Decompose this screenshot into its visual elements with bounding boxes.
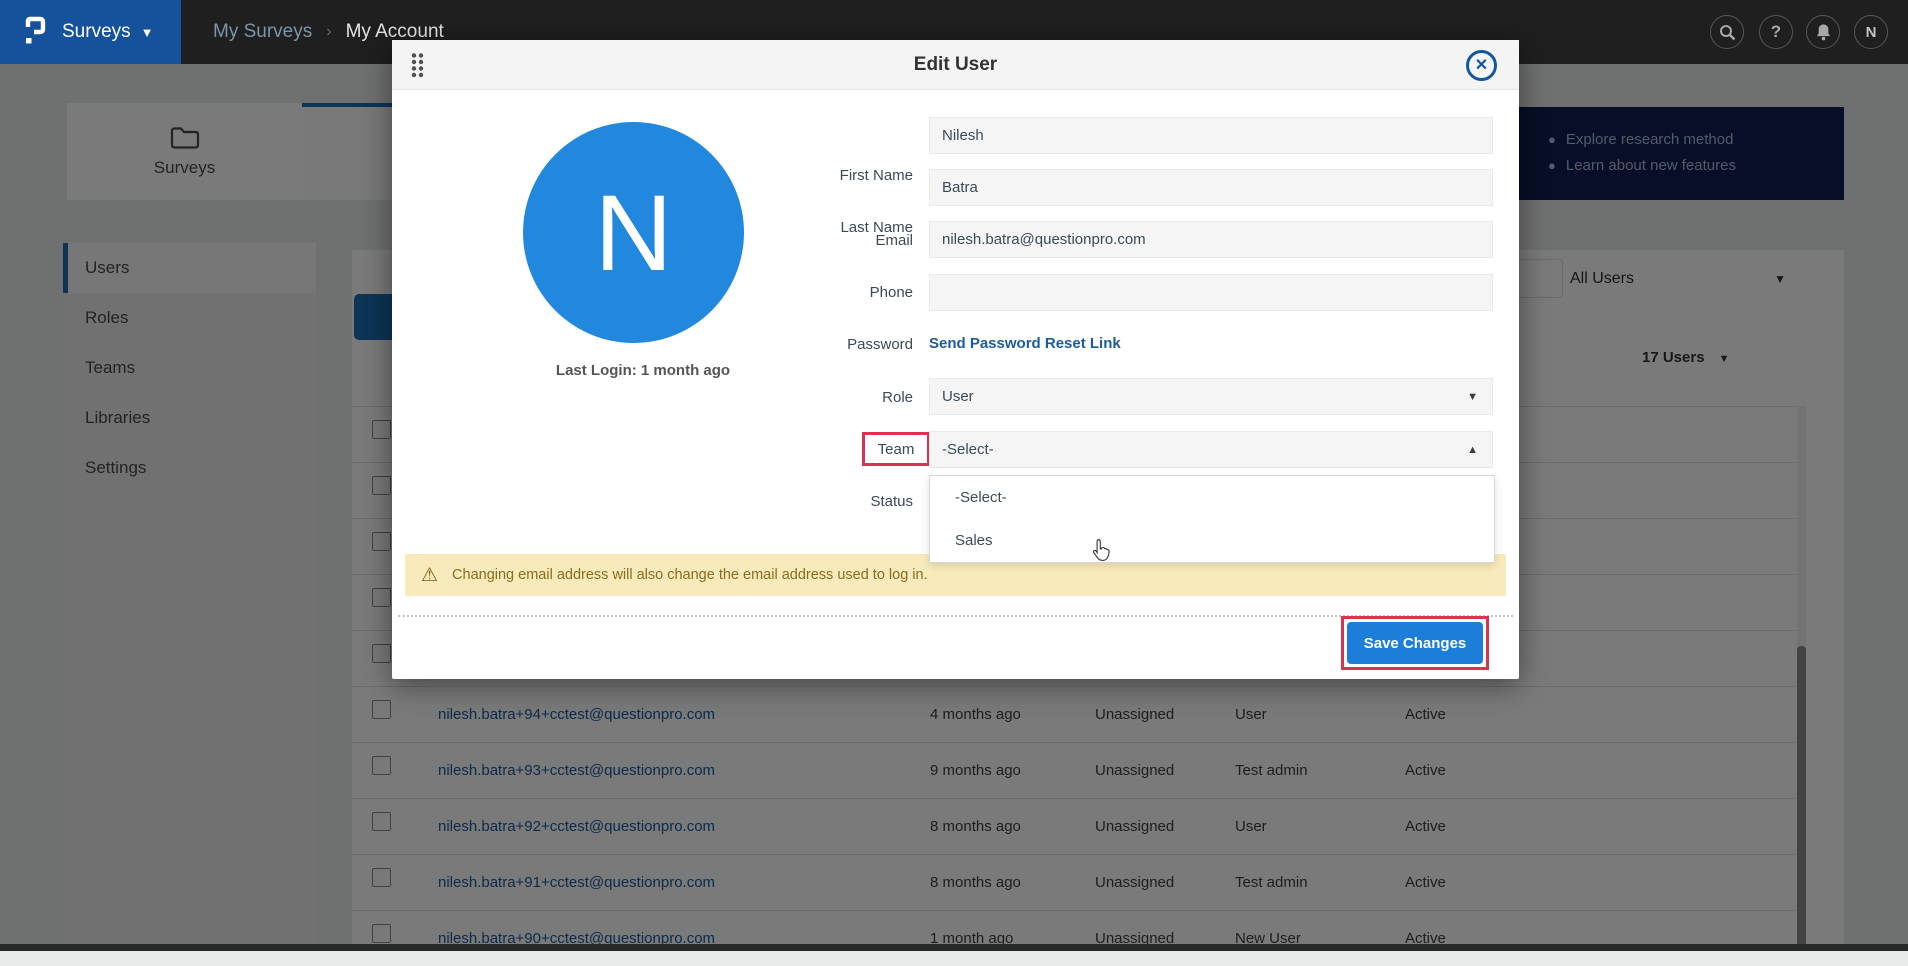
questionpro-logo-icon <box>22 14 48 51</box>
team-select[interactable]: -Select- ▲ <box>929 431 1493 468</box>
edit-user-modal: Edit User ✕ N Last Login: 1 month ago Fi… <box>392 40 1519 679</box>
breadcrumb-my-surveys[interactable]: My Surveys <box>213 21 312 43</box>
search-icon[interactable] <box>1710 15 1744 49</box>
team-dropdown-menu: -Select- Sales <box>929 475 1495 563</box>
phone-field[interactable] <box>929 274 1493 311</box>
role-select-value: User <box>942 388 974 405</box>
team-option-sales[interactable]: Sales <box>930 519 1494 562</box>
team-option-select[interactable]: -Select- <box>930 476 1494 519</box>
first-name-field[interactable] <box>929 117 1493 154</box>
email-label: Email <box>692 232 913 249</box>
chevron-up-icon: ▲ <box>1467 444 1478 456</box>
warning-triangle-icon: ⚠ <box>421 564 438 587</box>
help-icon[interactable]: ? <box>1759 15 1793 49</box>
user-avatar[interactable]: N <box>1854 15 1888 49</box>
save-changes-button[interactable]: Save Changes <box>1347 622 1483 664</box>
status-label: Status <box>692 493 913 510</box>
first-name-label: First Name <box>692 167 913 184</box>
last-login-text: Last Login: 1 month ago <box>493 362 793 379</box>
send-password-reset-link[interactable]: Send Password Reset Link <box>929 335 1121 352</box>
last-name-field[interactable] <box>929 169 1493 206</box>
password-label: Password <box>692 336 913 353</box>
product-switcher[interactable]: Surveys ▼ <box>0 0 181 64</box>
email-field[interactable] <box>929 221 1493 258</box>
breadcrumb-separator: › <box>326 23 331 41</box>
notifications-bell-icon[interactable] <box>1806 15 1840 49</box>
team-label-highlight: Team <box>862 432 930 466</box>
modal-title: Edit User <box>392 40 1519 90</box>
product-label: Surveys <box>62 21 131 43</box>
chevron-down-icon: ▼ <box>1467 391 1478 403</box>
phone-label: Phone <box>692 284 913 301</box>
warning-text: Changing email address will also change … <box>452 567 928 583</box>
modal-header: Edit User ✕ <box>392 40 1519 90</box>
hand-cursor-icon <box>1092 538 1111 568</box>
chevron-down-icon: ▼ <box>141 25 154 40</box>
team-label: Team <box>878 441 915 458</box>
role-select[interactable]: User ▼ <box>929 378 1493 415</box>
role-label: Role <box>692 389 913 406</box>
team-select-value: -Select- <box>942 441 994 458</box>
close-icon[interactable]: ✕ <box>1466 50 1497 81</box>
